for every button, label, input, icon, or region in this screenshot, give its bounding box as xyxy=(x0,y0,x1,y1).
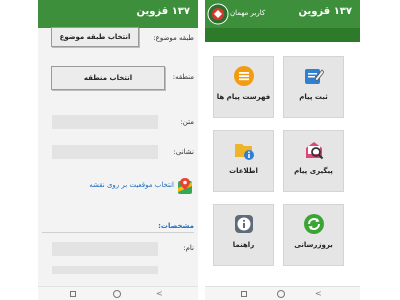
app-title: ۱۳۷ قزوین xyxy=(136,6,190,17)
recent-apps-icon[interactable] xyxy=(241,291,247,297)
text-label: متن: xyxy=(180,118,194,126)
name-input[interactable] xyxy=(52,242,158,256)
address-input[interactable] xyxy=(52,145,158,159)
folder-info-icon xyxy=(234,144,254,160)
details-section-header: مشخصات: xyxy=(158,222,194,230)
region-label: منطقه: xyxy=(172,73,194,81)
help-info-icon xyxy=(234,215,253,233)
back-icon[interactable]: < xyxy=(156,290,163,298)
tile-label: ثبت پیام xyxy=(299,93,328,101)
select-location-on-map-link[interactable]: انتخاب موقعیت بر روی نقشه xyxy=(38,176,198,196)
refresh-icon xyxy=(303,214,324,234)
select-region-button[interactable]: انتخاب منطقه xyxy=(51,66,165,90)
tile-track-message[interactable]: پیگیری پیام xyxy=(283,130,344,192)
tile-update[interactable]: بروزرسانی xyxy=(283,204,344,266)
back-icon[interactable]: < xyxy=(315,290,322,298)
guest-user-label: کاربر مهمان xyxy=(230,9,266,17)
system-nav-bar: < xyxy=(205,286,360,300)
tile-label: راهنما xyxy=(232,241,255,249)
text-input[interactable] xyxy=(52,115,158,129)
form-screen: ۱۳۷ قزوین طبقه موضوع: انتخاب طبقه موضوع … xyxy=(38,0,198,300)
system-nav-bar: < xyxy=(38,286,198,300)
subject-label: طبقه موضوع: xyxy=(153,34,194,42)
map-link-label: انتخاب موقعیت بر روی نقشه xyxy=(89,181,174,189)
tile-label: فهرست پیام ها xyxy=(216,93,271,101)
header-strip xyxy=(205,28,360,42)
tile-message-list[interactable]: فهرست پیام ها xyxy=(213,56,274,118)
section-divider xyxy=(42,232,194,233)
tile-information[interactable]: اطلاعات xyxy=(213,130,274,192)
app-header: کاربر مهمان ۱۳۷ قزوین xyxy=(205,0,360,28)
edit-message-icon xyxy=(304,69,324,84)
tile-label: اطلاعات xyxy=(229,167,258,175)
address-label: نشانی: xyxy=(173,148,194,156)
app-logo-icon xyxy=(207,3,229,25)
tile-help[interactable]: راهنما xyxy=(213,204,274,266)
app-title: ۱۳۷ قزوین xyxy=(298,6,352,17)
tile-label: پیگیری پیام xyxy=(294,167,333,175)
app-header: ۱۳۷ قزوین xyxy=(38,0,198,28)
home-icon[interactable] xyxy=(277,290,285,298)
google-maps-icon xyxy=(178,178,192,194)
dashboard-screen: کاربر مهمان ۱۳۷ قزوین ثبت پیام فهرست پیا… xyxy=(205,0,360,300)
next-input[interactable] xyxy=(52,266,158,274)
select-subject-button[interactable]: انتخاب طبقه موضوع xyxy=(51,27,139,47)
home-icon[interactable] xyxy=(113,290,121,298)
name-label: نام: xyxy=(183,244,194,252)
track-message-icon xyxy=(305,142,323,160)
recent-apps-icon[interactable] xyxy=(70,291,76,297)
tile-new-message[interactable]: ثبت پیام xyxy=(283,56,344,118)
tile-label: بروزرسانی xyxy=(294,241,333,249)
message-list-icon xyxy=(233,66,254,86)
